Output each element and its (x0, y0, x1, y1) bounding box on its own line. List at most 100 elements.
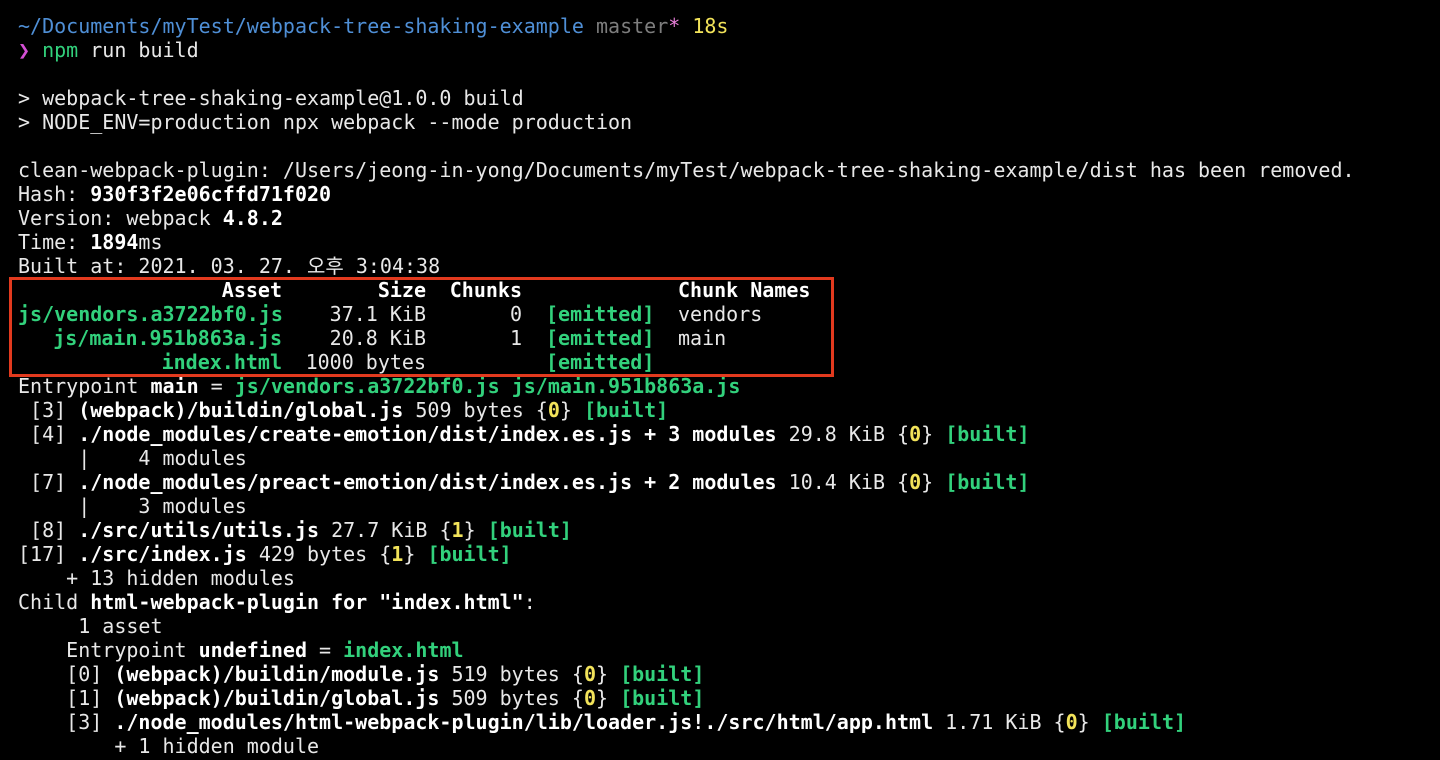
child-hidden-line: + 1 hidden module (18, 734, 320, 758)
asset-status: [emitted] (546, 350, 655, 374)
module-path: ./node_modules/preact-emotion/dist/index… (78, 470, 777, 494)
module-id: [0] (18, 662, 115, 686)
module-id: [1] (18, 686, 115, 710)
module-size: 519 bytes (439, 662, 572, 686)
module-path: ./node_modules/html-webpack-plugin/lib/l… (114, 710, 934, 734)
hash-line: Hash: 930f3f2e06cffd71f020 (18, 182, 331, 206)
module-status: [built] (620, 662, 705, 686)
child-module-line: [0] (webpack)/buildin/module.js 519 byte… (18, 662, 705, 686)
child-entry-label: Entrypoint (18, 638, 199, 662)
prompt-status-line: ~/Documents/myTest/webpack-tree-shaking-… (18, 14, 728, 38)
module-path: (webpack)/buildin/module.js (114, 662, 440, 686)
asset-status: [emitted] (546, 302, 655, 326)
asset-chunk-name: main (678, 326, 727, 350)
module-id: [7] (18, 470, 79, 494)
child-colon: : (523, 590, 536, 614)
module-id: [4] (18, 422, 79, 446)
module-size: 509 bytes (439, 686, 572, 710)
hidden-modules-line: + 13 hidden modules (18, 566, 295, 590)
module-size: 509 bytes (403, 398, 536, 422)
asset-size: 1000 bytes (305, 350, 426, 374)
module-status: [built] (487, 518, 572, 542)
asset-row: js/main.951b863a.js 20.8 KiB 1 [emitted] mai… (18, 326, 726, 350)
module-line: [17] ./src/index.js 429 bytes {1} [built… (18, 542, 512, 566)
module-id: [3] (18, 398, 79, 422)
module-id: [8] (18, 518, 79, 542)
header-asset: Asset (221, 278, 282, 302)
asset-table-header: Asset Size Chunks Chunk Names (18, 278, 811, 302)
child-entry-eq: = (307, 638, 344, 662)
header-chunks: Chunks (449, 278, 522, 302)
hash-value: 930f3f2e06cffd71f020 (90, 182, 332, 206)
module-chunk: 0 (547, 398, 560, 422)
entrypoint-files: js/vendors.a3722bf0.js js/main.951b863a.… (234, 374, 741, 398)
entrypoint-line: Entrypoint main = js/vendors.a3722bf0.js… (18, 374, 740, 398)
module-chunk: 0 (583, 686, 596, 710)
version-label: Version: webpack (18, 206, 223, 230)
module-status: [built] (620, 686, 705, 710)
version-value: 4.8.2 (222, 206, 283, 230)
module-status: [built] (427, 542, 512, 566)
asset-row: js/vendors.a3722bf0.js 37.1 KiB 0 [emitted]… (18, 302, 762, 326)
module-id: [17] (18, 542, 79, 566)
clean-plugin-message: clean-webpack-plugin: /Users/jeong-in-yo… (18, 158, 1355, 182)
script-line-1: > webpack-tree-shaking-example@1.0.0 bui… (18, 86, 524, 110)
asset-row: index.html 1000 bytes [emitted] (18, 350, 678, 374)
module-status: [built] (583, 398, 669, 422)
module-status: [built] (945, 422, 1030, 446)
terminal-window[interactable]: ~/Documents/myTest/webpack-tree-shaking-… (0, 0, 1440, 760)
header-chunk-names: Chunk Names (678, 278, 811, 302)
module-chunk: 1 (391, 542, 404, 566)
child-label: Child (18, 590, 91, 614)
header-size: Size (377, 278, 426, 302)
entrypoint-label: Entrypoint (18, 374, 151, 398)
asset-chunk-name: vendors (678, 302, 763, 326)
asset-status: [emitted] (546, 326, 655, 350)
module-sub-line: | 3 modules (18, 494, 247, 518)
asset-chunks: 0 (509, 302, 522, 326)
module-id: [3] (18, 710, 115, 734)
command-duration: 18s (692, 14, 729, 38)
command-line[interactable]: ❯ npm run build (18, 38, 199, 62)
time-label: Time: (18, 230, 91, 254)
child-entrypoint-line: Entrypoint undefined = index.html (18, 638, 464, 662)
prompt-symbol: ❯ (18, 38, 31, 62)
asset-name: index.html (161, 350, 282, 374)
module-path: ./src/utils/utils.js (78, 518, 320, 542)
module-chunk: 1 (451, 518, 464, 542)
module-sub-line: | 4 modules (18, 446, 247, 470)
module-line: [7] ./node_modules/preact-emotion/dist/i… (18, 470, 1030, 494)
module-line: [8] ./src/utils/utils.js 27.7 KiB {1} [b… (18, 518, 572, 542)
module-line: [4] ./node_modules/create-emotion/dist/i… (18, 422, 1030, 446)
module-chunk: 0 (909, 422, 922, 446)
module-size: 429 bytes (246, 542, 380, 566)
asset-name: js/main.951b863a.js (53, 326, 282, 350)
child-module-line: [3] ./node_modules/html-webpack-plugin/l… (18, 710, 1187, 734)
child-line: Child html-webpack-plugin for "index.htm… (18, 590, 536, 614)
module-status: [built] (1101, 710, 1187, 734)
prompt-path: ~/Documents/myTest/webpack-tree-shaking-… (18, 14, 584, 38)
module-size: 27.7 KiB (319, 518, 440, 542)
hash-label: Hash: (18, 182, 91, 206)
child-name: html-webpack-plugin for "index.html" (90, 590, 524, 614)
module-line: [3] (webpack)/buildin/global.js 509 byte… (18, 398, 669, 422)
time-line: Time: 1894ms (18, 230, 163, 254)
entrypoint-eq: = (198, 374, 235, 398)
time-unit: ms (138, 230, 163, 254)
git-dirty-marker: * (668, 14, 681, 38)
child-module-line: [1] (webpack)/buildin/global.js 509 byte… (18, 686, 705, 710)
child-entry-file: index.html (343, 638, 464, 662)
git-branch: master (595, 14, 669, 38)
command-binary: npm (42, 38, 79, 62)
child-entry-name: undefined (198, 638, 307, 662)
module-size: 1.71 KiB (933, 710, 1054, 734)
module-chunk: 0 (1065, 710, 1078, 734)
module-chunk: 0 (909, 470, 922, 494)
command-args: run build (90, 38, 199, 62)
module-path: (webpack)/buildin/global.js (114, 686, 440, 710)
module-chunk: 0 (583, 662, 596, 686)
entrypoint-name: main (150, 374, 199, 398)
child-assets-line: 1 asset (18, 614, 163, 638)
asset-size: 20.8 KiB (329, 326, 426, 350)
module-size: 10.4 KiB (776, 470, 898, 494)
